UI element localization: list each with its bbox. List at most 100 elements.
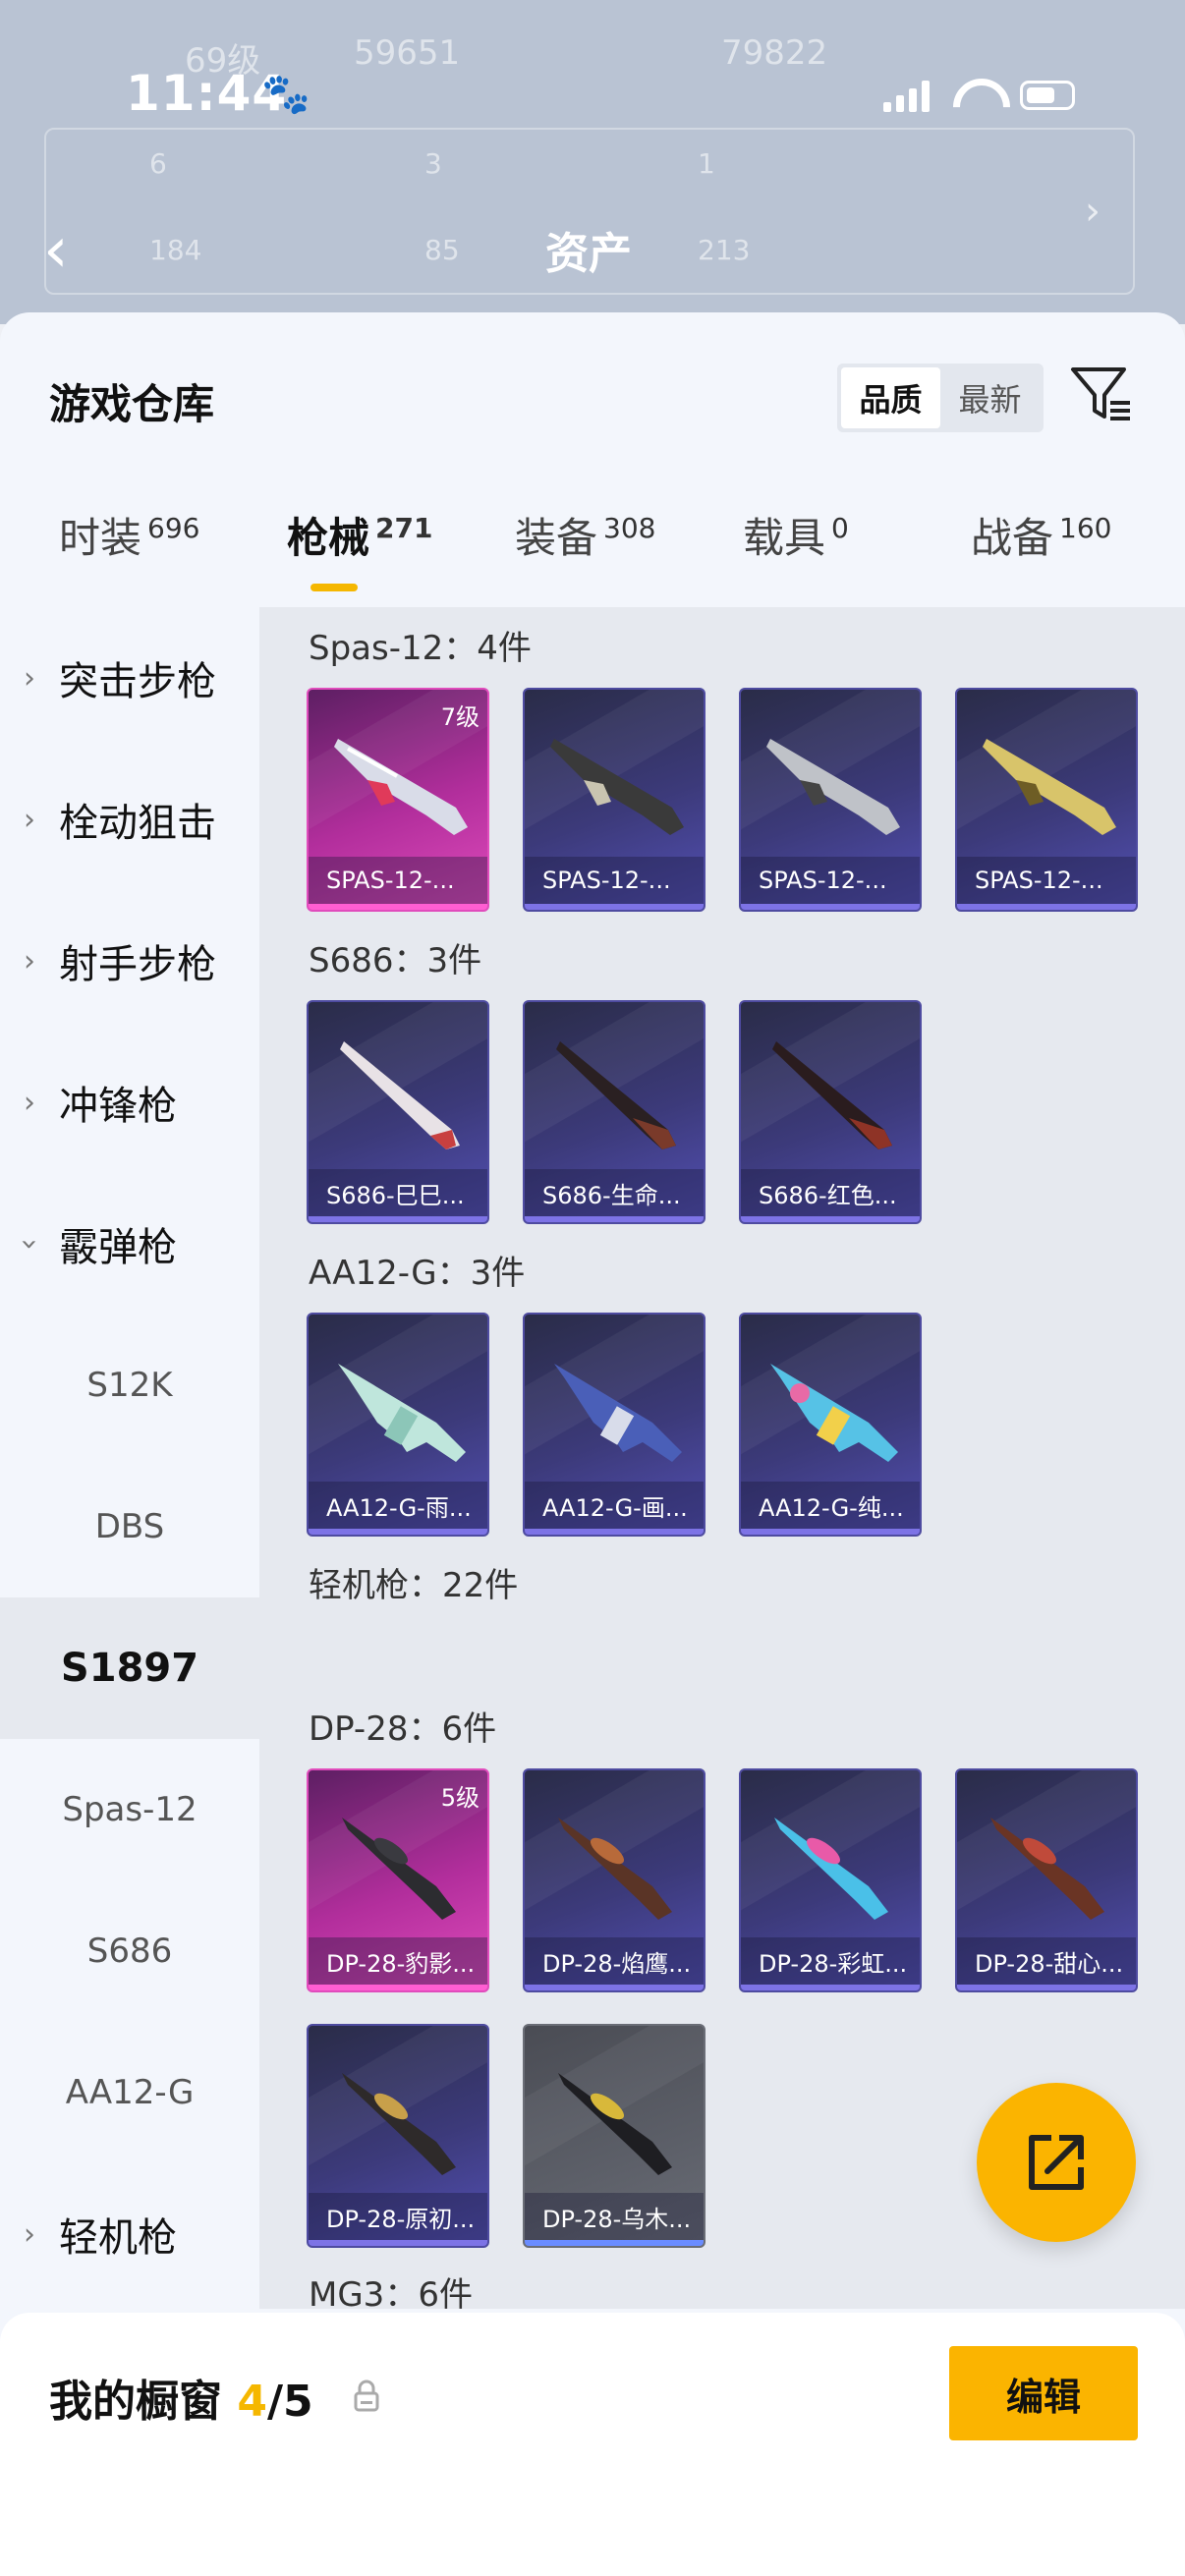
sidebar-item-bolt-sniper[interactable]: › 栓动狙击: [0, 749, 259, 890]
chevron-right-icon: ›: [24, 1085, 35, 1120]
machine-gun-icon: [558, 2073, 672, 2175]
sort-toggle: 品质 最新: [837, 364, 1044, 432]
tab-fashion[interactable]: 时装 696: [59, 505, 199, 565]
sort-quality-button[interactable]: 品质: [841, 367, 940, 428]
rarity-bar: [309, 904, 487, 910]
skin-name: SPAS-12-...: [309, 857, 487, 904]
ghost-stat: 79822: [721, 33, 828, 73]
lock-icon: [354, 2380, 379, 2412]
sidebar-item-lmg[interactable]: › 轻机枪: [0, 2163, 259, 2305]
skin-card[interactable]: AA12-G-纯...: [739, 1313, 922, 1537]
weapon-type-sidebar: › 突击步枪 › 栓动狙击 › 射手步枪 › 冲锋枪 › 霰弹枪 S12K DB…: [0, 607, 259, 2474]
machine-gun-icon: [990, 1818, 1104, 1920]
sheet-title: 游戏仓库: [49, 380, 215, 428]
skin-card[interactable]: DP-28-彩虹...: [739, 1768, 922, 1992]
rarity-bar: [741, 1529, 920, 1535]
skin-name: SPAS-12-...: [525, 857, 704, 904]
skin-card[interactable]: S686-生命...: [523, 1000, 705, 1224]
tab-weapons[interactable]: 枪械 271: [287, 505, 432, 565]
chevron-right-icon: ›: [24, 660, 35, 696]
level-badge: 7级: [440, 703, 480, 731]
shotgun-icon: [550, 739, 684, 835]
skin-card[interactable]: AA12-G-画...: [523, 1313, 705, 1537]
skin-card[interactable]: SPAS-12-...: [523, 688, 705, 912]
sidebar-item-s12k[interactable]: S12K: [0, 1315, 259, 1456]
section-title-s686: S686：3件: [309, 941, 482, 980]
machine-gun-icon: [558, 1818, 672, 1920]
chevron-right-icon[interactable]: ›: [1085, 189, 1100, 234]
skin-card[interactable]: 7级 SPAS-12-...: [307, 688, 489, 912]
skin-card[interactable]: SPAS-12-...: [739, 688, 922, 912]
rarity-bar: [741, 904, 920, 910]
showcase-title: 我的橱窗 4/5: [49, 2377, 313, 2427]
skin-card[interactable]: 5级 DP-28-豹影...: [307, 1768, 489, 1992]
page-title: 资产: [545, 229, 632, 279]
machine-gun-icon: [342, 2073, 456, 2175]
chevron-right-icon: ›: [24, 2216, 35, 2252]
machine-gun-icon: [774, 1818, 888, 1920]
background-page: 69级 59651 79822 6 3 1 184 85 213 11:44 🐾…: [0, 0, 1185, 324]
skin-card[interactable]: S686-红色...: [739, 1000, 922, 1224]
status-icons: [883, 79, 1075, 112]
rarity-bar: [309, 1529, 487, 1535]
filter-icon[interactable]: [1069, 362, 1134, 426]
rarity-bar: [525, 1529, 704, 1535]
sidebar-item-s1897[interactable]: S1897: [0, 1597, 259, 1739]
shotgun-icon: [766, 739, 900, 835]
skin-card[interactable]: DP-28-原初...: [307, 2024, 489, 2248]
showcase-current: 4: [237, 2377, 267, 2427]
tab-battle-gear[interactable]: 战备 160: [971, 505, 1111, 565]
skin-card[interactable]: AA12-G-雨...: [307, 1313, 489, 1537]
rarity-bar: [741, 1985, 920, 1990]
skin-name: S686-红色...: [741, 1169, 920, 1216]
rarity-bar: [525, 904, 704, 910]
share-button[interactable]: [977, 2083, 1136, 2242]
rifle-icon: [554, 1364, 682, 1462]
skin-name: DP-28-甜心...: [957, 1937, 1136, 1985]
sidebar-item-assault-rifle[interactable]: › 突击步枪: [0, 607, 259, 749]
skin-card[interactable]: SPAS-12-...: [955, 688, 1138, 912]
sidebar-item-smg[interactable]: › 冲锋枪: [0, 1032, 259, 1173]
skin-name: DP-28-乌木...: [525, 2193, 704, 2240]
sidebar-item-aa12-g[interactable]: AA12-G: [0, 2022, 259, 2163]
skin-name: S686-巳巳...: [309, 1169, 487, 1216]
level-badge: 5级: [440, 1784, 480, 1812]
active-tab-indicator: [310, 584, 358, 591]
paw-icon: 🐾: [261, 72, 310, 117]
skin-name: SPAS-12-...: [957, 857, 1136, 904]
rarity-bar: [741, 1216, 920, 1222]
rarity-bar: [957, 904, 1136, 910]
ghost-stat: 59651: [354, 33, 461, 73]
section-title-lmg: 轻机枪：22件: [309, 1566, 519, 1605]
sidebar-item-marksman-rifle[interactable]: › 射手步枪: [0, 890, 259, 1032]
shotgun-icon: [983, 739, 1116, 835]
signal-icon: [883, 79, 930, 112]
skin-name: DP-28-彩虹...: [741, 1937, 920, 1985]
chevron-right-icon: ›: [24, 943, 35, 979]
sidebar-item-dbs[interactable]: DBS: [0, 1456, 259, 1597]
chevron-down-icon: ›: [12, 1238, 47, 1250]
rarity-bar: [309, 1985, 487, 1990]
sidebar-item-s686[interactable]: S686: [0, 1880, 259, 2022]
category-tabs: 时装 696 枪械 271 装备 308 载具 0 战备 160: [0, 505, 1185, 584]
showcase-max: 5: [283, 2377, 313, 2427]
skin-card[interactable]: DP-28-乌木...: [523, 2024, 705, 2248]
sidebar-item-shotgun[interactable]: › 霰弹枪: [0, 1173, 259, 1315]
tab-vehicles[interactable]: 载具 0: [743, 505, 849, 565]
back-icon[interactable]: ‹: [43, 214, 69, 287]
battery-icon: [1020, 81, 1075, 110]
shotgun-icon: [772, 1041, 892, 1149]
rarity-bar: [525, 1985, 704, 1990]
sidebar-item-spas-12[interactable]: Spas-12: [0, 1739, 259, 1880]
sort-newest-button[interactable]: 最新: [940, 367, 1040, 428]
tab-equipment[interactable]: 装备 308: [515, 505, 655, 565]
warehouse-sheet: 游戏仓库 品质 最新 时装 696 枪械 271 装备 308 载具 0 战备 160 ›…: [0, 312, 1185, 2576]
skin-name: DP-28-豹影...: [309, 1937, 487, 1985]
skin-card[interactable]: DP-28-甜心...: [955, 1768, 1138, 1992]
skin-name: SPAS-12-...: [741, 857, 920, 904]
skin-card[interactable]: DP-28-焰鹰...: [523, 1768, 705, 1992]
skin-card[interactable]: S686-巳巳...: [307, 1000, 489, 1224]
edit-button[interactable]: 编辑: [949, 2346, 1138, 2440]
wifi-icon: [953, 79, 996, 112]
skin-name: AA12-G-雨...: [309, 1482, 487, 1529]
